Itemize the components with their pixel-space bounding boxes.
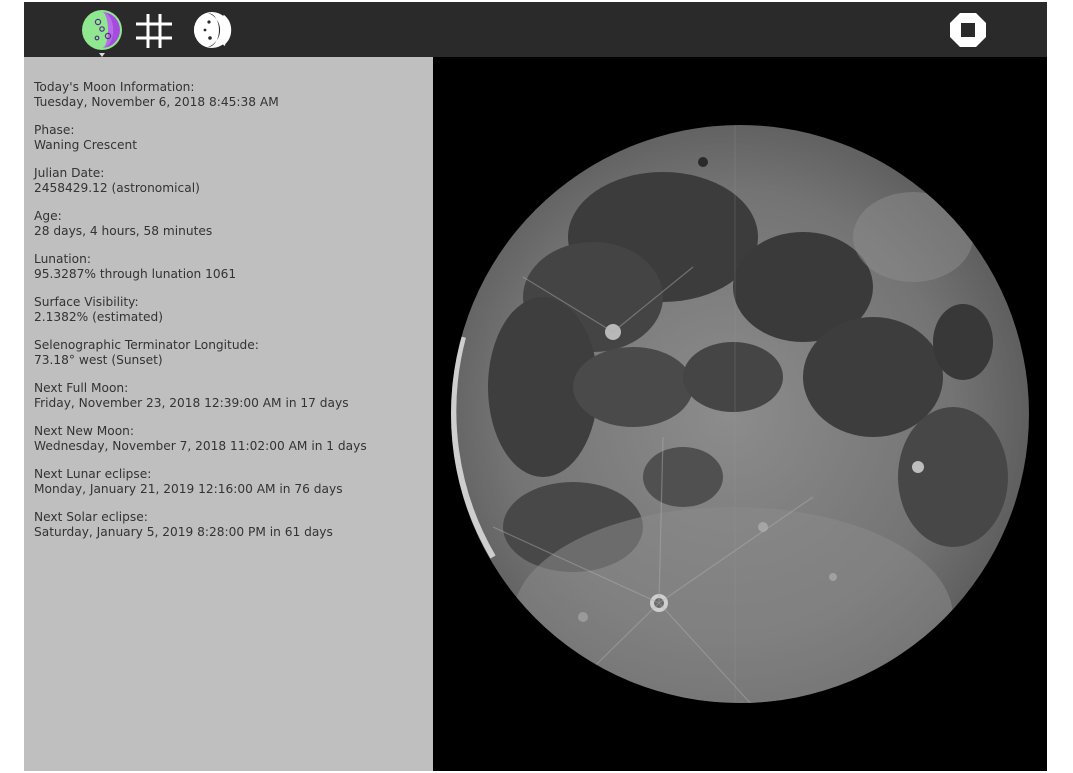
age-info: Age: 28 days, 4 hours, 58 minutes [34, 209, 433, 239]
next-solar-eclipse-value: Saturday, January 5, 2019 8:28:00 PM in … [34, 525, 333, 539]
phase-value: Waning Crescent [34, 138, 137, 152]
moon-info-panel: Today's Moon Information: Tuesday, Novem… [24, 57, 433, 771]
next-lunar-eclipse-value: Monday, January 21, 2019 12:16:00 AM in … [34, 482, 343, 496]
next-solar-eclipse-label: Next Solar eclipse: [34, 510, 148, 524]
next-lunar-eclipse-info: Next Lunar eclipse: Monday, January 21, … [34, 467, 433, 497]
grid-button[interactable] [132, 8, 176, 52]
stop-icon [950, 13, 986, 47]
info-header-value: Tuesday, November 6, 2018 8:45:38 AM [34, 95, 279, 109]
next-full-moon-value: Friday, November 23, 2018 12:39:00 AM in… [34, 396, 349, 410]
terminator-longitude-value: 73.18° west (Sunset) [34, 353, 163, 367]
next-solar-eclipse-info: Next Solar eclipse: Saturday, January 5,… [34, 510, 433, 540]
julian-date-label: Julian Date: [34, 166, 105, 180]
terminator-longitude-info: Selenographic Terminator Longitude: 73.1… [34, 338, 433, 368]
julian-date-value: 2458429.12 (astronomical) [34, 181, 200, 195]
surface-visibility-value: 2.1382% (estimated) [34, 310, 163, 324]
moon-info-icon [82, 10, 122, 57]
stop-button[interactable] [946, 8, 990, 52]
terminator-longitude-label: Selenographic Terminator Longitude: [34, 338, 259, 352]
surface-visibility-label: Surface Visibility: [34, 295, 139, 309]
lunation-label: Lunation: [34, 252, 91, 266]
next-new-moon-info: Next New Moon: Wednesday, November 7, 20… [34, 424, 433, 454]
phase-label: Phase: [34, 123, 75, 137]
window-edge [1047, 2, 1073, 773]
next-lunar-eclipse-label: Next Lunar eclipse: [34, 467, 152, 481]
moon-app-window: Today's Moon Information: Tuesday, Novem… [24, 2, 1047, 771]
moon-image [451, 125, 1029, 703]
lunation-value: 95.3287% through lunation 1061 [34, 267, 237, 281]
moon-phase-refresh-button[interactable] [190, 8, 234, 52]
info-header: Today's Moon Information: Tuesday, Novem… [34, 80, 433, 110]
toolbar [24, 2, 1047, 57]
next-full-moon-label: Next Full Moon: [34, 381, 129, 395]
next-new-moon-label: Next New Moon: [34, 424, 134, 438]
next-new-moon-value: Wednesday, November 7, 2018 11:02:00 AM … [34, 439, 367, 453]
moon-image-view [433, 57, 1047, 771]
age-label: Age: [34, 209, 62, 223]
age-value: 28 days, 4 hours, 58 minutes [34, 224, 213, 238]
lunation-info: Lunation: 95.3287% through lunation 1061 [34, 252, 433, 282]
phase-info: Phase: Waning Crescent [34, 123, 433, 153]
moon-info-button[interactable] [80, 8, 124, 57]
info-header-label: Today's Moon Information: [34, 80, 195, 94]
next-full-moon-info: Next Full Moon: Friday, November 23, 201… [34, 381, 433, 411]
surface-visibility-info: Surface Visibility: 2.1382% (estimated) [34, 295, 433, 325]
moon-phase-refresh-icon [194, 12, 232, 48]
julian-date-info: Julian Date: 2458429.12 (astronomical) [34, 166, 433, 196]
grid-icon [136, 14, 172, 48]
